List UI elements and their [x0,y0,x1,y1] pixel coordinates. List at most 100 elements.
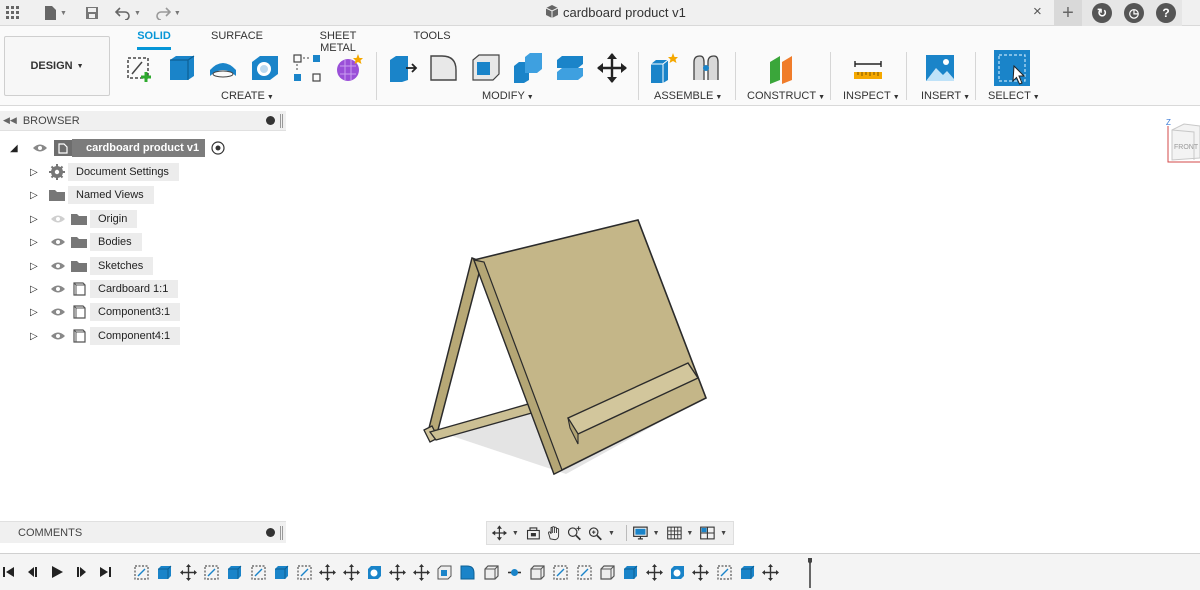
box-feature-icon[interactable] [529,564,546,581]
expand-arrow-icon[interactable]: ▷ [30,237,42,248]
panel-grip-handle[interactable] [280,526,283,540]
browser-item-component4-1[interactable]: ▷ Component4:1 [30,326,181,346]
browser-item-origin[interactable]: ▷ Origin [30,209,138,229]
support-leg[interactable] [426,256,483,433]
expand-arrow-icon[interactable]: ▷ [30,214,42,225]
expand-arrow-icon[interactable]: ▷ [30,261,42,272]
expand-arrow-icon[interactable]: ▷ [30,284,42,295]
pan-hand-icon[interactable] [546,524,563,542]
move-feature-icon[interactable] [412,564,430,581]
insert-image-icon[interactable] [924,52,956,84]
inspect-menu[interactable]: INSPECT ▼ [843,90,900,102]
visibility-eye-icon[interactable] [50,284,66,294]
sketch-feature-icon[interactable] [203,564,220,581]
file-icon[interactable]: ▼ [38,0,73,26]
hole-icon[interactable] [249,52,281,84]
new-component-icon[interactable] [648,52,680,84]
clock-icon[interactable]: ◷ [1124,3,1144,23]
document-tab[interactable]: cardboard product v1 [545,4,686,21]
offset-plane-icon[interactable] [766,52,798,84]
browser-item-document-settings[interactable]: ▷ Document Settings [30,162,179,182]
visibility-eye-icon[interactable] [32,143,48,153]
visibility-eye-icon[interactable] [50,237,66,247]
view-cube[interactable]: Z FRONT [1164,116,1200,166]
close-icon[interactable]: × [1033,3,1042,20]
activate-radio-icon[interactable] [211,141,225,155]
extrude-icon[interactable] [166,52,198,84]
step-forward-icon[interactable] [74,565,88,579]
tab-sheet-metal[interactable]: SHEET METAL [302,30,374,54]
expand-arrow-icon[interactable]: ▷ [30,307,42,318]
tab-surface[interactable]: SURFACE [210,30,264,50]
browser-item-sketches[interactable]: ▷ Sketches [30,256,154,276]
move-feature-icon[interactable] [645,564,663,581]
plus-icon[interactable]: + [1054,0,1082,26]
orbit-icon[interactable] [491,524,508,542]
visibility-eye-icon[interactable] [50,331,66,341]
timeline-marker-handle[interactable] [808,558,812,588]
viewports-icon[interactable] [699,524,716,542]
workspace-switcher[interactable]: DESIGN ▼ [4,36,110,96]
tree-root-row[interactable]: ◢ cardboard product v1 [10,138,225,158]
browser-item-cardboard-1-1[interactable]: ▷ Cardboard 1:1 [30,279,179,299]
sketch-feature-icon[interactable] [552,564,569,581]
move-feature-icon[interactable] [179,564,197,581]
undo-icon[interactable]: ▼ [109,0,147,26]
expand-arrow-icon[interactable]: ◢ [10,143,22,154]
move-feature-icon[interactable] [692,564,710,581]
move-feature-icon[interactable] [762,564,780,581]
visibility-eye-icon[interactable] [50,261,66,271]
step-back-icon[interactable] [26,565,40,579]
visibility-eye-icon[interactable] [50,307,66,317]
expand-arrow-icon[interactable]: ▷ [30,190,42,201]
create-menu[interactable]: CREATE ▼ [221,90,274,102]
look-at-icon[interactable] [525,524,542,542]
fillet-feature-icon[interactable] [459,564,476,581]
joint-feature-icon[interactable] [506,564,523,581]
model-viewport[interactable] [400,200,730,490]
sketch-feature-icon[interactable] [133,564,150,581]
extrude-feature-icon[interactable] [156,564,173,581]
combine-icon[interactable] [512,52,544,84]
create-form-icon[interactable] [333,52,365,84]
modify-menu[interactable]: MODIFY ▼ [482,90,534,102]
assemble-menu[interactable]: ASSEMBLE ▼ [654,90,722,102]
expand-arrow-icon[interactable]: ▷ [30,331,42,342]
hole-feature-icon[interactable] [366,564,383,581]
measure-icon[interactable] [852,52,884,84]
expand-arrow-icon[interactable]: ▷ [30,167,42,178]
go-to-start-icon[interactable] [2,565,16,579]
job-status-icon[interactable]: ↻ [1092,3,1112,23]
tab-solid[interactable]: SOLID [137,30,171,50]
browser-item-bodies[interactable]: ▷ Bodies [30,232,142,252]
extrude-feature-icon[interactable] [226,564,243,581]
select-menu[interactable]: SELECT ▼ [988,90,1040,102]
create-sketch-icon[interactable] [124,52,156,84]
panel-options-icon[interactable] [266,116,275,125]
move-feature-icon[interactable] [389,564,407,581]
add-comment-icon[interactable] [266,528,275,537]
extrude-feature-icon[interactable] [273,564,290,581]
pattern-icon[interactable] [291,52,323,84]
select-icon[interactable] [994,50,1030,86]
collapse-panel-icon[interactable]: ◀◀ [3,115,17,126]
extrude-feature-icon[interactable] [622,564,639,581]
extrude-feature-icon[interactable] [739,564,756,581]
construct-menu[interactable]: CONSTRUCT ▼ [747,90,825,102]
fit-zoom-icon[interactable] [587,524,604,542]
visibility-eye-icon[interactable] [50,214,66,224]
fillet-icon[interactable] [428,52,460,84]
help-icon[interactable]: ? [1156,3,1176,23]
browser-item-component3-1[interactable]: ▷ Component3:1 [30,302,181,322]
panel-grip-handle[interactable] [280,114,283,128]
move-feature-icon[interactable] [319,564,337,581]
box-feature-icon[interactable] [483,564,500,581]
shell-icon[interactable] [470,52,502,84]
sketch-feature-icon[interactable] [250,564,267,581]
grid-settings-icon[interactable] [666,524,683,542]
tab-tools[interactable]: TOOLS [413,30,451,50]
split-body-icon[interactable] [554,52,586,84]
grid-icon[interactable] [0,0,26,26]
shell-feature-icon[interactable] [436,564,453,581]
hole-feature-icon[interactable] [669,564,686,581]
